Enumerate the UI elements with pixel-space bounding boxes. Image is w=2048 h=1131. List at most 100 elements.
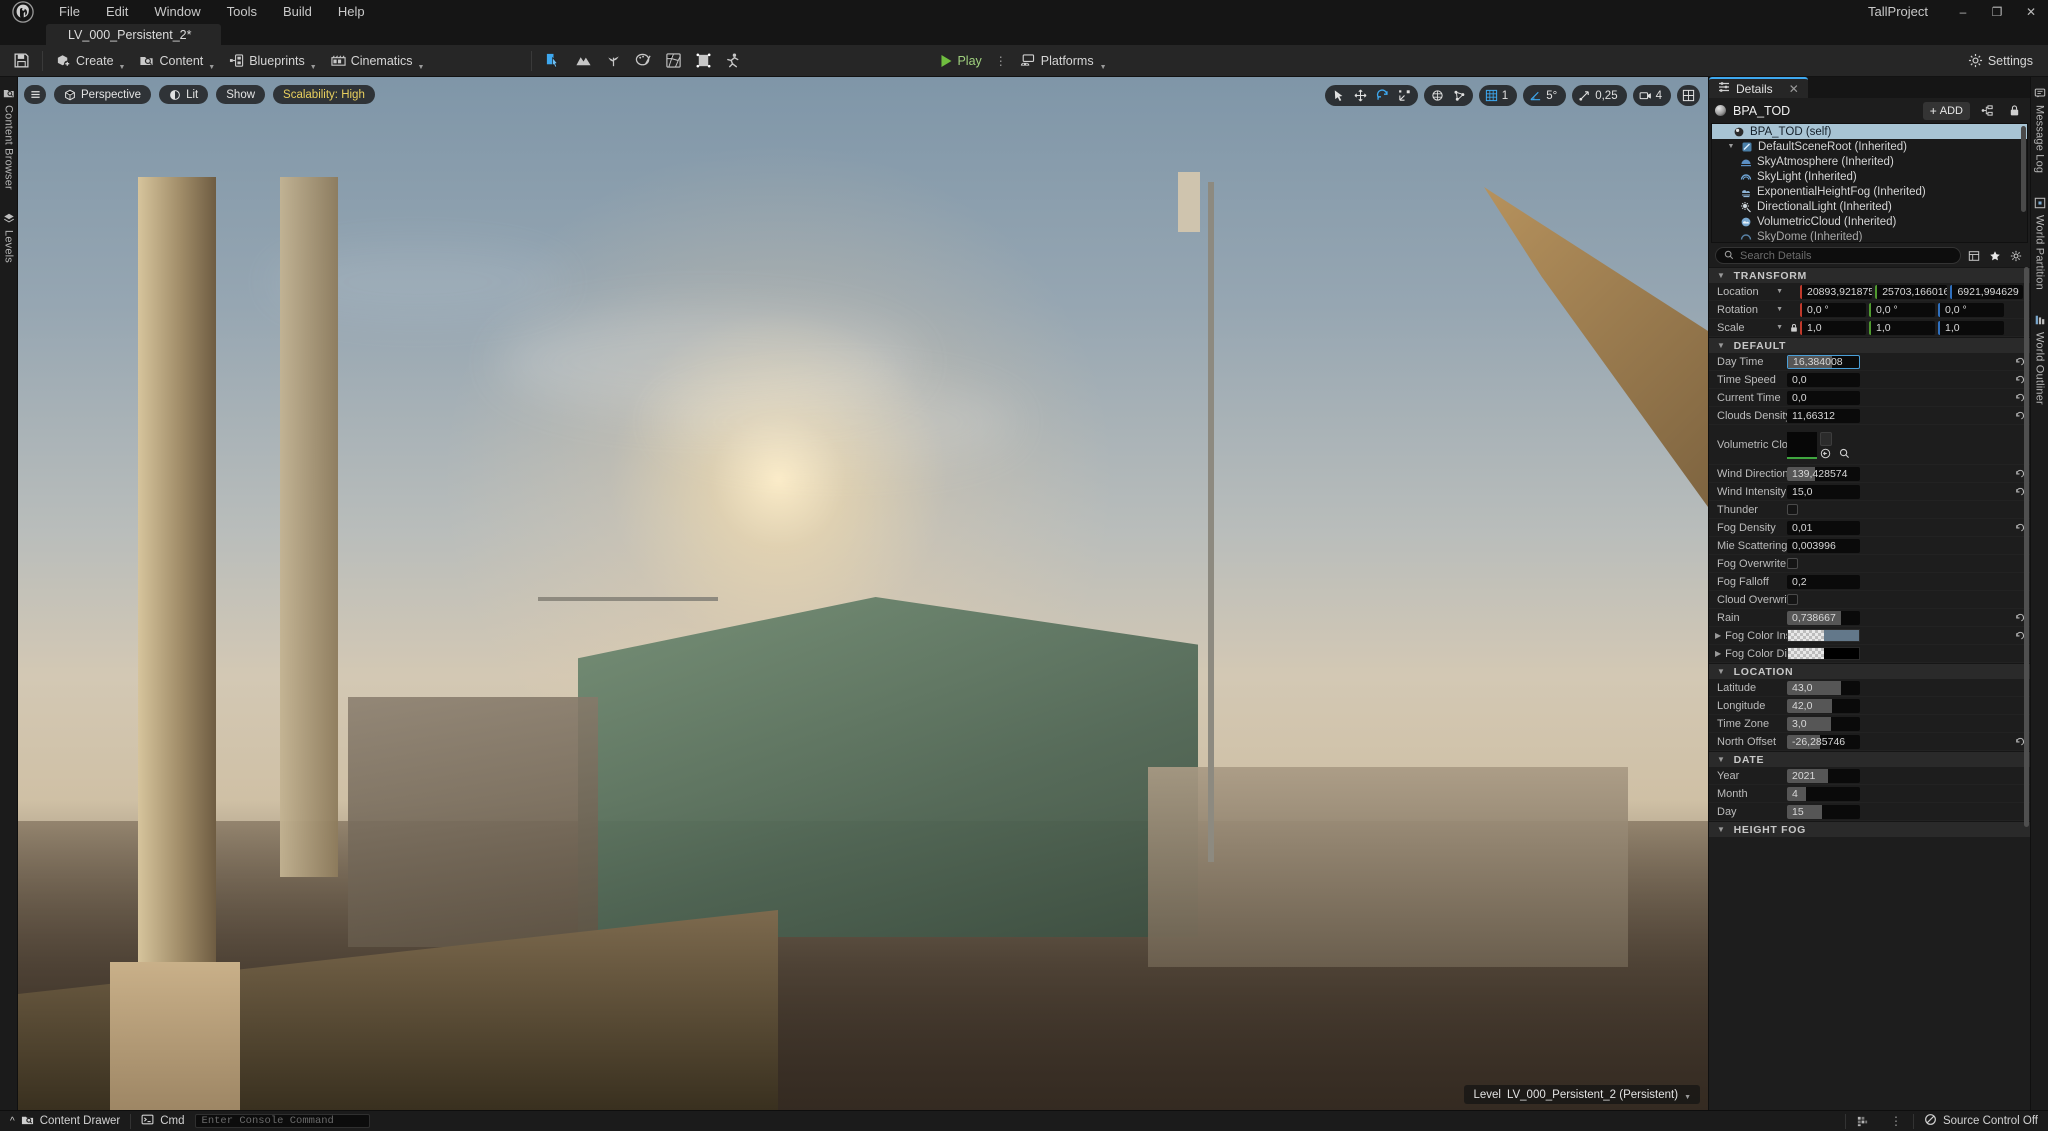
- property-row-clouds-density[interactable]: Clouds Density 11,66312: [1709, 407, 2030, 425]
- tab-details[interactable]: Details ✕: [1709, 77, 1808, 98]
- location-mode-caret-icon[interactable]: ▼: [1776, 288, 1783, 295]
- property-row-rain[interactable]: Rain 0,738667: [1709, 609, 2030, 627]
- day-time-input[interactable]: 16,384008: [1787, 354, 1860, 369]
- asset-search-icon[interactable]: [1839, 448, 1850, 462]
- rotation-z-input[interactable]: 0,0 °: [1938, 302, 2004, 317]
- expand-twisty-icon[interactable]: ▶: [1715, 649, 1721, 658]
- favorites-star-icon[interactable]: [1987, 248, 2003, 264]
- property-row-day-time[interactable]: Day Time 16,384008: [1709, 353, 2030, 371]
- lock-icon[interactable]: [2004, 102, 2024, 120]
- brush-edit-mode-icon[interactable]: [688, 48, 718, 74]
- clouds-density-input[interactable]: 11,66312: [1787, 408, 1860, 423]
- fog-falloff-input[interactable]: 0,2: [1787, 574, 1860, 589]
- time-zone-input[interactable]: 3,0: [1787, 716, 1860, 731]
- property-row-time-zone[interactable]: Time Zone 3,0: [1709, 715, 2030, 733]
- tree-item-volumetric-cloud[interactable]: VolumetricCloud (Inherited): [1712, 214, 2027, 229]
- viewport-viewmode-button[interactable]: Lit: [159, 85, 209, 104]
- longitude-input[interactable]: 42,0: [1787, 698, 1860, 713]
- animation-mode-icon[interactable]: [718, 48, 748, 74]
- blueprint-graph-icon[interactable]: [1977, 102, 1997, 120]
- select-tool-icon[interactable]: [1328, 86, 1349, 105]
- mie-scattering-input[interactable]: 0,003996: [1787, 538, 1860, 553]
- latitude-input[interactable]: 43,0: [1787, 680, 1860, 695]
- section-transform[interactable]: ▼ TRANSFORM: [1709, 267, 2030, 283]
- viewport-show-button[interactable]: Show: [216, 85, 266, 104]
- sidebar-item-world-partition[interactable]: World Partition: [2034, 193, 2046, 294]
- property-row-cloud-overwrite[interactable]: Cloud Overwrite: [1709, 591, 2030, 609]
- property-row-fog-overwrite[interactable]: Fog Overwrite: [1709, 555, 2030, 573]
- close-icon[interactable]: ✕: [1789, 82, 1799, 96]
- scale-z-input[interactable]: 1,0: [1938, 320, 2004, 335]
- tree-item-default-scene-root[interactable]: ▼ DefaultSceneRoot (Inherited): [1712, 139, 2027, 154]
- rotation-y-input[interactable]: 0,0 °: [1869, 302, 1935, 317]
- source-control-button[interactable]: Source Control Off: [1914, 1111, 2048, 1131]
- fog-overwrite-checkbox[interactable]: [1787, 558, 1798, 569]
- property-row-current-time[interactable]: Current Time 0,0: [1709, 389, 2030, 407]
- surface-snap-icon[interactable]: [1449, 86, 1470, 105]
- wind-intensity-input[interactable]: 15,0: [1787, 484, 1860, 499]
- cinematics-button[interactable]: Cinematics ▼: [324, 48, 432, 74]
- console-command-box[interactable]: [194, 1114, 370, 1128]
- add-component-button[interactable]: + ADD: [1922, 101, 1970, 120]
- tree-item-directional-light[interactable]: DirectionalLight (Inherited): [1712, 199, 2027, 214]
- menu-build[interactable]: Build: [270, 0, 325, 24]
- month-input[interactable]: 4: [1787, 786, 1860, 801]
- year-input[interactable]: 2021: [1787, 768, 1860, 783]
- rotation-mode-caret-icon[interactable]: ▼: [1776, 306, 1783, 313]
- settings-button[interactable]: Settings: [1961, 48, 2040, 74]
- section-location[interactable]: ▼ LOCATION: [1709, 663, 2030, 679]
- component-tree[interactable]: BPA_TOD (self) ▼ DefaultSceneRoot (Inher…: [1711, 123, 2028, 243]
- property-row-fog-color-directional[interactable]: ▶ Fog Color Directiona...: [1709, 645, 2030, 663]
- select-mode-icon[interactable]: [538, 48, 568, 74]
- sidebar-item-world-outliner[interactable]: World Outliner: [2034, 310, 2046, 409]
- scale-x-input[interactable]: 1,0: [1800, 320, 1866, 335]
- search-input[interactable]: [1740, 249, 1952, 262]
- maximize-viewport-icon[interactable]: [1677, 85, 1700, 106]
- property-row-fog-color-inscattering[interactable]: ▶ Fog Color Inscatteri...: [1709, 627, 2030, 645]
- location-z-input[interactable]: 6921,994629: [1950, 284, 2023, 299]
- viewport-scalability-button[interactable]: Scalability: High: [273, 85, 375, 104]
- content-drawer-button[interactable]: ^ Content Drawer: [0, 1111, 130, 1131]
- tree-item-exponential-height-fog[interactable]: ExponentialHeightFog (Inherited): [1712, 184, 2027, 199]
- tree-twisty[interactable]: ▼: [1726, 143, 1736, 150]
- tree-scrollbar[interactable]: [2021, 126, 2026, 212]
- property-row-month[interactable]: Month 4: [1709, 785, 2030, 803]
- sidebar-item-content-browser[interactable]: Content Browser: [3, 83, 15, 194]
- status-options-icon[interactable]: ⋮: [1879, 1111, 1913, 1131]
- property-row-mie-scattering[interactable]: Mie Scattering 0,003996: [1709, 537, 2030, 555]
- content-button[interactable]: Content ▼: [132, 48, 222, 74]
- sidebar-item-message-log[interactable]: Message Log: [2034, 83, 2046, 177]
- level-tab[interactable]: LV_000_Persistent_2*: [46, 24, 222, 45]
- menu-tools[interactable]: Tools: [214, 0, 270, 24]
- property-row-scale[interactable]: Scale ▼ 1,0 1,0 1,0: [1709, 319, 2030, 337]
- north-offset-input[interactable]: -26,285746: [1787, 734, 1860, 749]
- property-row-latitude[interactable]: Latitude 43,0: [1709, 679, 2030, 697]
- scale-mode-caret-icon[interactable]: ▼: [1776, 324, 1783, 331]
- tree-item-bpa-tod-self[interactable]: BPA_TOD (self): [1712, 124, 2027, 139]
- rain-input[interactable]: 0,738667: [1787, 610, 1860, 625]
- property-row-wind-direction-value[interactable]: Wind Direction Value 139,428574: [1709, 465, 2030, 483]
- property-row-wind-intensity[interactable]: Wind Intensity 15,0: [1709, 483, 2030, 501]
- expand-twisty-icon[interactable]: ▶: [1715, 631, 1721, 640]
- save-icon[interactable]: [6, 48, 36, 74]
- scale-snap-control[interactable]: 0,25: [1572, 85, 1627, 106]
- tree-item-sky-dome[interactable]: SkyDome (Inherited): [1712, 229, 2027, 242]
- close-button[interactable]: ✕: [2014, 0, 2048, 24]
- fracture-mode-icon[interactable]: [658, 48, 688, 74]
- property-list-scrollbar[interactable]: [2024, 267, 2029, 827]
- search-details-box[interactable]: [1715, 247, 1961, 264]
- minimize-button[interactable]: –: [1946, 0, 1980, 24]
- property-row-location[interactable]: Location ▼ 20893,921875 25703,166016 692…: [1709, 283, 2030, 301]
- viewport-perspective-button[interactable]: Perspective: [54, 85, 152, 104]
- console-command-input[interactable]: [201, 1115, 363, 1127]
- menu-file[interactable]: File: [46, 0, 93, 24]
- platforms-button[interactable]: Platforms ▼: [1012, 48, 1115, 74]
- section-default[interactable]: ▼ DEFAULT: [1709, 337, 2030, 353]
- property-row-fog-falloff[interactable]: Fog Falloff 0,2: [1709, 573, 2030, 591]
- wind-direction-input[interactable]: 139,428574: [1787, 466, 1860, 481]
- create-button[interactable]: Create ▼: [49, 48, 132, 74]
- sidebar-item-levels[interactable]: Levels: [3, 208, 15, 267]
- world-coords-icon[interactable]: [1427, 86, 1448, 105]
- derived-data-icon[interactable]: [1846, 1111, 1879, 1131]
- menu-help[interactable]: Help: [325, 0, 378, 24]
